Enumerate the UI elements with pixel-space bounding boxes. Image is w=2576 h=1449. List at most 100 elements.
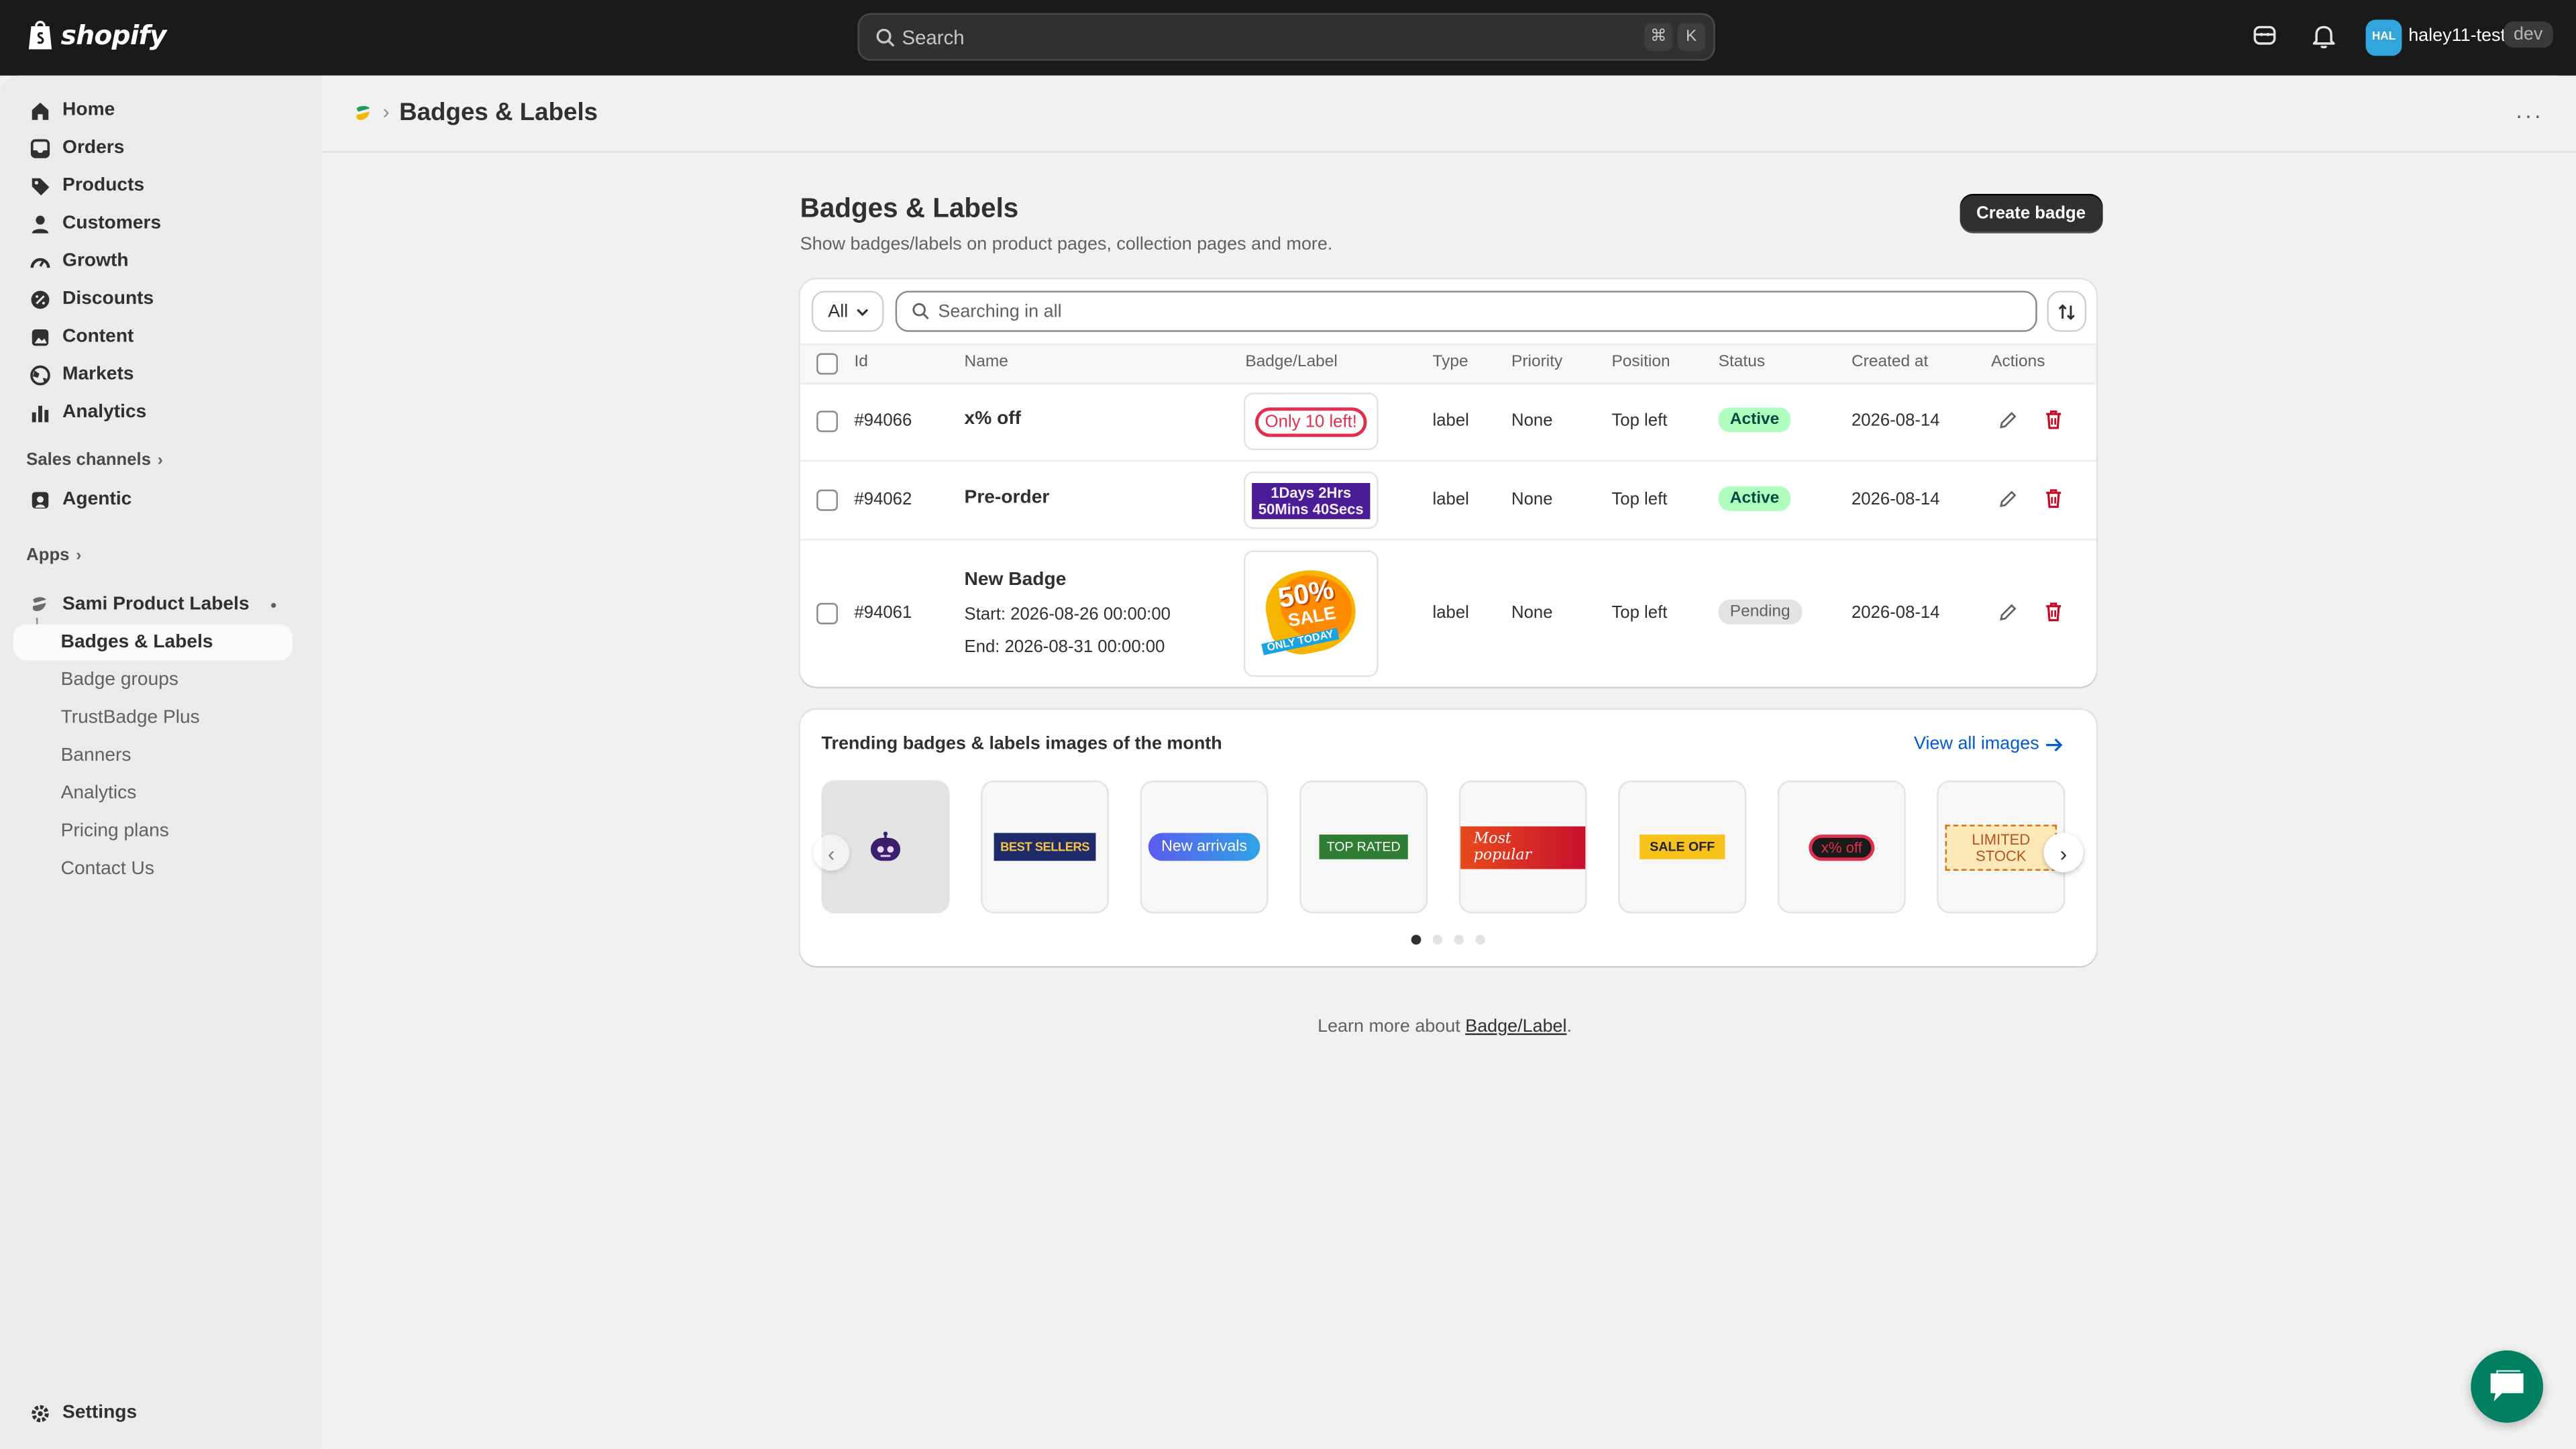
- carousel-dot-3[interactable]: [1454, 934, 1464, 945]
- delete-icon[interactable]: [2044, 488, 2063, 509]
- col-priority: Priority: [1511, 353, 1563, 372]
- row-checkbox[interactable]: [816, 411, 838, 433]
- row-name[interactable]: x% off: [965, 409, 1021, 429]
- edit-icon[interactable]: [1998, 603, 2017, 623]
- trending-tile-sale-off[interactable]: SALE OFF: [1618, 780, 1747, 914]
- row-id: #94062: [854, 489, 912, 510]
- badge-label-help-link[interactable]: Badge/Label: [1465, 1017, 1566, 1036]
- table-search-input[interactable]: Searching in all: [895, 290, 2037, 332]
- sidebar-item-banners[interactable]: Banners: [13, 738, 292, 774]
- shortcut-k-key: K: [1677, 23, 1706, 51]
- chevron-right-icon: ›: [2059, 840, 2068, 865]
- sidebar-item-sami-product-labels[interactable]: Sami Product Labels: [13, 586, 292, 623]
- trending-tile-most-popular[interactable]: Most popular: [1458, 780, 1587, 914]
- row-position: Top left: [1611, 602, 1668, 623]
- app-title-bar: › Badges & Labels ···: [322, 76, 2576, 153]
- more-actions-icon[interactable]: ···: [2515, 102, 2543, 128]
- search-icon: [876, 28, 895, 47]
- arrow-right-icon: [2046, 737, 2063, 751]
- app-logo-icon[interactable]: [354, 103, 373, 123]
- edit-icon[interactable]: [1998, 411, 2017, 430]
- main-content: › Badges & Labels ··· Badges & Labels Sh…: [322, 75, 2576, 1449]
- sidebar-item-badges-labels[interactable]: Badges & Labels: [13, 624, 292, 661]
- row-created: 2026-08-14: [1851, 489, 1940, 510]
- row-type: label: [1432, 602, 1469, 623]
- row-name[interactable]: New Badge: [965, 570, 1067, 590]
- carousel-next-button[interactable]: ›: [2043, 833, 2084, 873]
- shopify-bag-icon: [28, 21, 52, 50]
- sidekick-icon[interactable]: [2253, 23, 2277, 48]
- trending-title: Trending badges & labels images of the m…: [821, 734, 1222, 755]
- table-row[interactable]: #94062 Pre-order 1Days 2Hrs 50Mins 40Sec…: [800, 460, 2096, 541]
- row-checkbox[interactable]: [816, 489, 838, 511]
- chat-button[interactable]: [2471, 1350, 2544, 1423]
- row-id: #94066: [854, 411, 912, 431]
- search-placeholder: Search: [902, 26, 965, 50]
- sidebar-item-home[interactable]: Home: [13, 92, 292, 128]
- trending-tile-top-rated[interactable]: TOP RATED: [1299, 780, 1428, 914]
- sidebar-item-agentic[interactable]: Agentic: [13, 482, 292, 518]
- sidebar-item-discounts[interactable]: Discounts: [13, 281, 292, 317]
- sidebar-item-settings[interactable]: Settings: [13, 1395, 292, 1431]
- person-icon: [28, 212, 51, 235]
- edit-icon[interactable]: [1998, 490, 2017, 509]
- chevron-left-icon: ‹: [827, 840, 835, 865]
- sales-channels-header[interactable]: Sales channels ›: [26, 450, 163, 470]
- create-badge-button[interactable]: Create badge: [1960, 193, 2102, 233]
- sidebar-item-badge-groups[interactable]: Badge groups: [13, 662, 292, 698]
- row-checkbox[interactable]: [816, 602, 838, 625]
- row-priority: None: [1511, 602, 1553, 623]
- bell-icon[interactable]: [2312, 23, 2337, 49]
- badge-preview: 1Days 2Hrs 50Mins 40Secs: [1243, 471, 1379, 529]
- sidebar-item-analytics[interactable]: Analytics: [13, 394, 292, 431]
- badge-preview: 50% SALE ONLY TODAY: [1243, 550, 1379, 677]
- badge-preview: Only 10 left!: [1243, 392, 1379, 451]
- delete-icon[interactable]: [2044, 601, 2063, 623]
- chevron-right-icon: ›: [157, 451, 163, 470]
- table-header: Id Name Badge/Label Type Priority Positi…: [800, 343, 2096, 385]
- carousel-dot-2[interactable]: [1432, 934, 1443, 945]
- brand-wordmark: shopify: [60, 19, 167, 50]
- discount-icon: [28, 288, 51, 311]
- global-search[interactable]: Search ⌘ K: [857, 13, 1715, 61]
- sidebar-item-orders[interactable]: Orders: [13, 129, 292, 166]
- sidebar-item-products[interactable]: Products: [13, 168, 292, 204]
- row-position: Top left: [1611, 411, 1668, 431]
- badge-preview-text: Only 10 left!: [1254, 407, 1367, 437]
- col-name: Name: [964, 353, 1008, 372]
- sidebar-item-pricing-plans[interactable]: Pricing plans: [13, 813, 292, 849]
- pin-dot: [271, 602, 276, 607]
- view-all-images-link[interactable]: View all images: [1914, 735, 2063, 754]
- sidebar-item-markets[interactable]: Markets: [13, 356, 292, 392]
- row-priority: None: [1511, 489, 1553, 510]
- row-created: 2026-08-14: [1851, 411, 1940, 431]
- sort-button[interactable]: [2047, 290, 2087, 332]
- carousel-dot-1[interactable]: [1411, 934, 1421, 945]
- filter-select[interactable]: All: [811, 290, 884, 332]
- sidebar-item-content[interactable]: Content: [13, 319, 292, 355]
- learn-more-text: Learn more about Badge/Label.: [1318, 1016, 1572, 1037]
- table-row[interactable]: #94066 x% off Only 10 left! label None T…: [800, 381, 2096, 462]
- delete-icon[interactable]: [2044, 409, 2063, 431]
- sidebar-item-contact-us[interactable]: Contact Us: [13, 851, 292, 888]
- carousel-prev-button[interactable]: ‹: [813, 835, 850, 871]
- search-icon: [912, 303, 929, 320]
- env-badge: dev: [2504, 21, 2553, 48]
- table-row[interactable]: #94061 New Badge Start: 2026-08-26 00:00…: [800, 539, 2096, 686]
- sidebar-item-app-analytics[interactable]: Analytics: [13, 775, 292, 812]
- trending-tile-best-sellers[interactable]: BEST SELLERS: [981, 780, 1110, 914]
- col-status: Status: [1718, 353, 1766, 372]
- store-name[interactable]: haley11-test: [2408, 26, 2506, 46]
- row-name[interactable]: Pre-order: [965, 488, 1050, 507]
- trending-tile-new-arrivals[interactable]: New arrivals: [1140, 780, 1269, 914]
- trending-tile-x-off[interactable]: x% off: [1777, 780, 1906, 914]
- shopify-logo[interactable]: shopify: [26, 18, 166, 51]
- sidebar-item-trustbadge-plus[interactable]: TrustBadge Plus: [13, 700, 292, 736]
- sidebar-item-customers[interactable]: Customers: [13, 205, 292, 241]
- apps-header[interactable]: Apps ›: [26, 545, 81, 565]
- carousel-dot-4[interactable]: [1475, 934, 1485, 945]
- avatar[interactable]: HAL: [2365, 19, 2402, 56]
- sidebar-item-growth[interactable]: Growth: [13, 243, 292, 279]
- select-all-checkbox[interactable]: [816, 353, 838, 375]
- chevron-right-icon: ›: [76, 546, 82, 565]
